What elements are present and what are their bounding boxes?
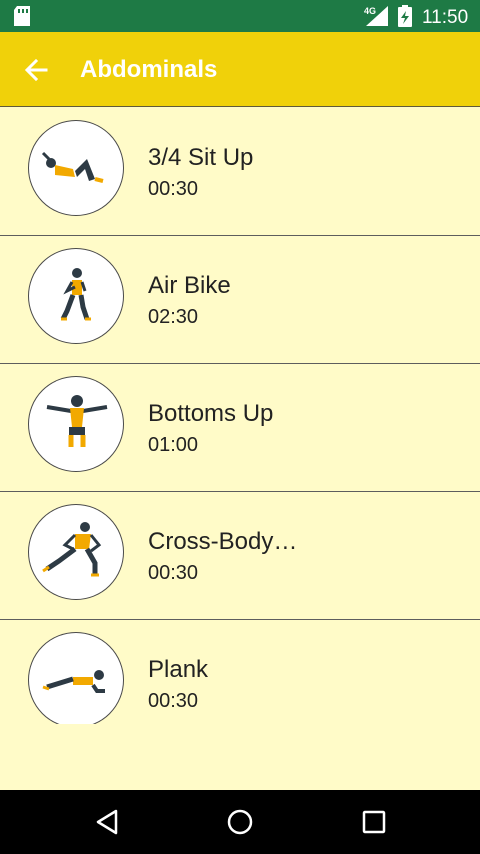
air-bike-figure-icon <box>28 248 124 344</box>
app-bar: Abdominals <box>0 32 480 107</box>
status-time: 11:50 <box>422 7 469 28</box>
exercise-duration: 00:30 <box>148 178 199 200</box>
exercise-row-sit-up[interactable]: 3/4 Sit Up 00:30 <box>0 108 480 236</box>
exercise-row-cross-body[interactable]: Cross-Body… 00:30 <box>0 492 480 620</box>
exercise-duration: 01:00 <box>148 434 199 456</box>
exercise-row-bottoms-up[interactable]: Bottoms Up 01:00 <box>0 364 480 492</box>
exercise-name: Cross-Body… <box>148 528 298 555</box>
home-circle-icon[interactable] <box>224 806 256 838</box>
page-title: Abdominals <box>80 56 218 83</box>
plank-figure-icon <box>28 632 124 724</box>
sd-card-icon <box>14 6 30 31</box>
exercise-name: Air Bike <box>148 272 231 299</box>
exercise-name: Bottoms Up <box>148 400 274 427</box>
exercise-name: 3/4 Sit Up <box>148 144 254 171</box>
exercise-duration: 00:30 <box>148 690 199 712</box>
exercise-duration: 00:30 <box>148 562 199 584</box>
battery-icon <box>398 5 412 32</box>
back-triangle-icon[interactable] <box>92 806 124 838</box>
cross-body-figure-icon <box>28 504 124 600</box>
network-type-label: 4G <box>364 6 376 16</box>
status-bar: 4G 11:50 <box>0 0 480 32</box>
system-nav-bar <box>0 790 480 854</box>
exercise-list[interactable]: 3/4 Sit Up 00:30 Air Bike 02:30 Bottoms … <box>0 108 480 724</box>
back-arrow-icon[interactable] <box>20 54 52 86</box>
exercise-duration: 02:30 <box>148 306 199 328</box>
bottoms-up-figure-icon <box>28 376 124 472</box>
exercise-row-air-bike[interactable]: Air Bike 02:30 <box>0 236 480 364</box>
signal-icon: 4G <box>364 6 390 31</box>
recents-square-icon[interactable] <box>358 806 390 838</box>
exercise-name: Plank <box>148 656 209 683</box>
exercise-row-plank[interactable]: Plank 00:30 <box>0 620 480 724</box>
sit-up-figure-icon <box>28 120 124 216</box>
